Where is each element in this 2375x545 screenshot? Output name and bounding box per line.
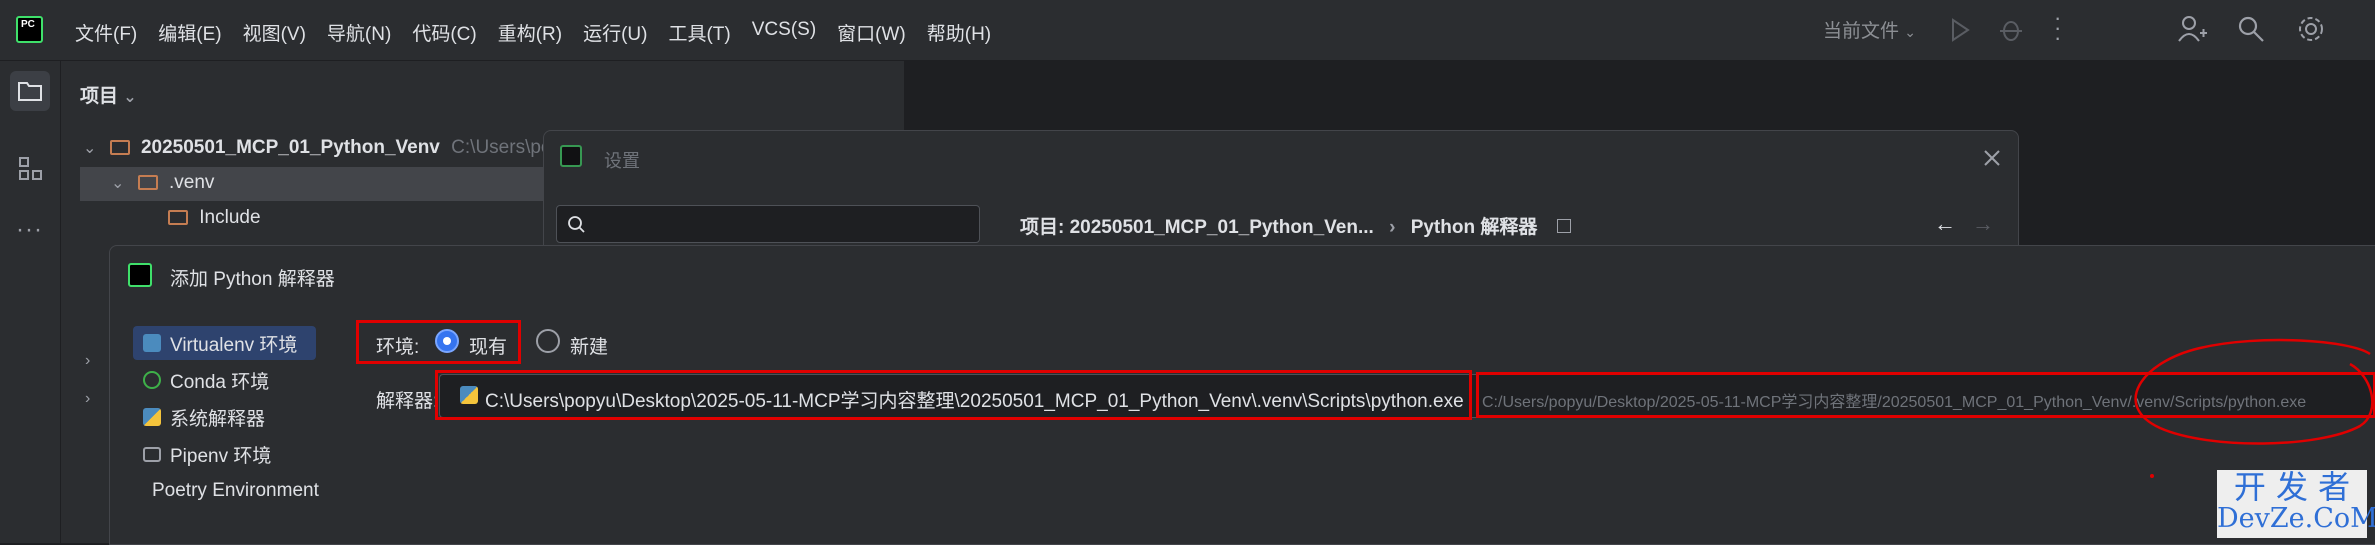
add-interpreter-dialog: 添加 Python 解释器 Virtualenv 环境 Conda 环境 系统解…: [109, 245, 2375, 545]
menu-tools[interactable]: 工具(T): [668, 19, 730, 46]
interpreter-path-value: C:\Users\popyu\Desktop\2025-05-11-MCP学习内…: [485, 391, 1464, 412]
menu-refactor[interactable]: 重构(R): [498, 19, 562, 46]
menu-file[interactable]: 文件(F): [75, 19, 137, 46]
pipenv-folder-icon: [143, 446, 161, 462]
breadcrumb-separator: ›: [1389, 217, 1396, 238]
more-horizontal-icon[interactable]: ···: [16, 216, 43, 244]
radio-existing[interactable]: [435, 329, 459, 353]
tree-row-venv[interactable]: ⌄ .venv: [111, 172, 214, 194]
pycharm-logo: PC: [16, 16, 43, 43]
breadcrumb-project[interactable]: 项目: 20250501_MCP_01_Python_Ven...: [1020, 217, 1374, 238]
radio-new[interactable]: [536, 329, 560, 353]
folder-icon: [109, 140, 130, 155]
menu-code[interactable]: 代码(C): [412, 19, 476, 46]
structure-tool-button[interactable]: [10, 148, 50, 188]
menu-edit[interactable]: 编辑(E): [158, 19, 221, 46]
sidebar-label: Virtualenv 环境: [170, 334, 298, 356]
search-icon[interactable]: [2237, 15, 2265, 43]
watermark-logo: 开 发 者 DevZe.CoM: [2217, 468, 2375, 538]
watermark-line2: DevZe.CoM: [2217, 503, 2375, 534]
pycharm-logo: [128, 263, 152, 287]
include-folder-name: Include: [199, 207, 261, 228]
annotation-dot: [2150, 474, 2154, 478]
run-icon[interactable]: [1950, 18, 1970, 42]
pycharm-logo: [560, 145, 582, 167]
sidebar-label: Conda 环境: [170, 371, 270, 393]
sidebar-label: 系统解释器: [170, 408, 266, 430]
project-root-path: C:\Users\po: [451, 137, 552, 158]
breadcrumb-page: Python 解释器: [1410, 217, 1538, 238]
conda-icon: [143, 371, 161, 389]
folder-icon: [18, 82, 42, 101]
structure-icon: [19, 157, 42, 180]
tree-row-root[interactable]: ⌄ 20250501_MCP_01_Python_Venv C:\Users\p…: [83, 137, 551, 159]
menu-window[interactable]: 窗口(W): [837, 19, 906, 46]
chevron-right-icon[interactable]: ›: [85, 352, 90, 370]
project-root-name: 20250501_MCP_01_Python_Venv: [140, 137, 440, 158]
settings-title: 设置: [604, 151, 640, 171]
sidebar-item-virtualenv[interactable]: Virtualenv 环境: [133, 326, 316, 360]
sidebar-item-system[interactable]: 系统解释器: [133, 400, 316, 434]
chevron-down-icon: ⌄: [111, 175, 125, 192]
chevron-down-icon: ⌄: [123, 89, 137, 106]
project-panel-header[interactable]: 项目 ⌄: [80, 81, 137, 108]
menu-vcs[interactable]: VCS(S): [752, 19, 816, 46]
window-icon: [1556, 219, 1571, 233]
python-icon: [143, 408, 161, 426]
title-bar: PC 文件(F) 编辑(E) 视图(V) 导航(N) 代码(C) 重构(R) 运…: [0, 0, 2375, 61]
settings-breadcrumb: 项目: 20250501_MCP_01_Python_Ven... › Pyth…: [1020, 212, 1571, 239]
environment-label: 环境:: [376, 337, 420, 358]
annotation-ellipse: [2134, 338, 2374, 445]
chevron-right-icon[interactable]: ›: [85, 390, 90, 408]
project-tool-button[interactable]: [10, 71, 50, 111]
tool-window-strip: ···: [0, 61, 61, 543]
close-icon[interactable]: [1982, 148, 2002, 168]
sidebar-item-poetry[interactable]: Poetry Environment: [133, 474, 319, 508]
menu-help[interactable]: 帮助(H): [927, 19, 991, 46]
forward-arrow-icon[interactable]: →: [1972, 211, 1994, 237]
menu-navigate[interactable]: 导航(N): [327, 19, 391, 46]
virtualenv-icon: [143, 334, 161, 352]
sidebar-label: Pipenv 环境: [170, 445, 272, 467]
sidebar-item-pipenv[interactable]: Pipenv 环境: [133, 437, 316, 471]
radio-dot: [443, 337, 451, 345]
venv-folder-name: .venv: [168, 172, 215, 193]
run-config-label: 当前文件: [1823, 21, 1900, 42]
project-panel-title: 项目: [80, 86, 119, 107]
add-user-icon[interactable]: [2178, 15, 2208, 43]
debug-icon[interactable]: [1998, 16, 2024, 42]
settings-search-field[interactable]: [556, 205, 980, 243]
radio-new-label: 新建: [570, 337, 609, 358]
back-arrow-icon[interactable]: ←: [1934, 211, 1956, 237]
sidebar-label: Poetry Environment: [152, 480, 319, 501]
search-icon: [568, 216, 585, 233]
python-icon: [460, 386, 478, 404]
folder-icon: [137, 175, 158, 190]
chevron-down-icon: ⌄: [83, 140, 97, 157]
dialog-title: 添加 Python 解释器: [170, 269, 335, 290]
menu-run[interactable]: 运行(U): [583, 19, 647, 46]
main-menu: 文件(F) 编辑(E) 视图(V) 导航(N) 代码(C) 重构(R) 运行(U…: [75, 19, 1012, 46]
sidebar-item-conda[interactable]: Conda 环境: [133, 363, 316, 397]
menu-view[interactable]: 视图(V): [243, 19, 306, 46]
interpreter-label: 解释器:: [376, 391, 439, 412]
more-vertical-icon[interactable]: · · ·: [2054, 7, 2061, 49]
chevron-down-icon: ⌄: [1904, 24, 1917, 40]
radio-existing-label: 现有: [469, 337, 508, 358]
run-config-dropdown[interactable]: 当前文件 ⌄: [1823, 16, 1916, 43]
tree-row-include[interactable]: Include: [168, 207, 261, 229]
folder-icon: [168, 210, 188, 225]
settings-gear-icon[interactable]: [2297, 15, 2325, 43]
watermark-line1: 开 发 者: [2233, 468, 2351, 506]
